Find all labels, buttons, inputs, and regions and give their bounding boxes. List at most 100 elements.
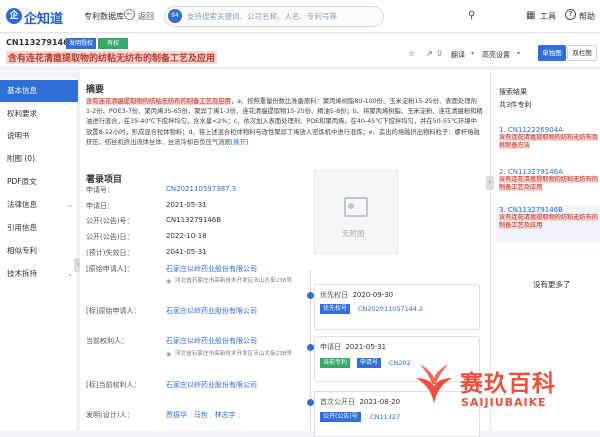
- brand-name[interactable]: 企知道: [24, 8, 63, 27]
- result-title[interactable]: 含有连花清瘟提取物的纺粘无纺布及其制备方法: [496, 134, 600, 150]
- sidebar-item-label: 基本信息: [7, 86, 37, 95]
- location-icon: ◉: [166, 278, 172, 285]
- no-image-label: 无附图: [342, 229, 365, 238]
- results-title: 搜索结果: [499, 88, 527, 96]
- timeline-tag: 申请号: [357, 358, 382, 368]
- current-owner-link[interactable]: 石家庄以岭药业股份有限公司: [166, 336, 257, 346]
- publication-date: 2022-10-18: [166, 232, 207, 240]
- translate-dropdown[interactable]: 翻译: [451, 50, 465, 60]
- timeline-title: 申请日 2021-05-31: [320, 342, 386, 352]
- timeline-label: 首次公开日: [320, 398, 355, 406]
- favorite-icon[interactable]: ☆: [408, 49, 415, 58]
- collapse-results-handle[interactable]: ›: [486, 176, 494, 190]
- result-item-active[interactable]: 3. CN113279146B 含有连花清瘟提取物的纺粘无纺布的制备工艺及应用: [496, 206, 600, 242]
- tools-menu[interactable]: 工具: [540, 11, 556, 22]
- timeline-label: 优先权日: [320, 291, 348, 299]
- result-title-text: 含有连花清瘟提取物的纺粘无纺布的制备工艺及应用: [499, 176, 598, 192]
- sidebar-item-label: 说明书: [7, 131, 30, 140]
- result-item[interactable]: 2. CN113279146A 含有连花清瘟提取物的纺粘无纺布的制备工艺及应用: [496, 168, 600, 204]
- timeline-label: 申请日: [320, 343, 341, 351]
- single-view-button[interactable]: 单独图: [538, 45, 566, 61]
- std-applicant-link[interactable]: 石家庄以岭药业股份有限公司: [166, 306, 257, 316]
- chevron-down-icon: ⌄: [67, 270, 73, 278]
- result-number[interactable]: 1. CN112226904A: [496, 126, 600, 134]
- timeline-title: 首次公开日 2021-08-20: [320, 397, 400, 407]
- help-icon[interactable]: ?: [565, 9, 576, 20]
- std-owner-link[interactable]: 石家庄以岭药业股份有限公司: [166, 380, 257, 390]
- field-label: 申请号：: [86, 186, 114, 194]
- image-icon-sun: [348, 203, 354, 209]
- field-label: 申请日：: [86, 202, 114, 210]
- inventor-list: 贾振华 ; 马哲 ; 林志宇 ;: [166, 411, 241, 419]
- abstract-heading: 摘要: [86, 85, 105, 95]
- application-number-link[interactable]: CN202: [389, 359, 411, 367]
- sidebar-item-label: 技术拆持: [7, 269, 37, 278]
- search-scope-badge[interactable]: 94: [168, 9, 182, 23]
- logo-icon[interactable]: 企: [6, 8, 22, 24]
- sidebar-item-label: 附图 (0): [7, 154, 36, 163]
- priority-number-link[interactable]: CN202011057144.2: [358, 305, 423, 313]
- result-title-text: 含有连花清瘟提取物的纺粘无纺布的制备工艺及应用: [499, 214, 598, 230]
- watermark-text-en: SAIJIUBAIKE: [461, 396, 547, 409]
- field-label: (预计)失效日：: [86, 249, 134, 257]
- timeline-date: 2021-05-31: [345, 343, 387, 351]
- expand-link[interactable]: [展开]: [231, 139, 249, 146]
- sidebar-item-drawings[interactable]: 附图 (0): [0, 148, 78, 170]
- timeline-dot: [307, 344, 314, 351]
- sidebar-item-basic-info[interactable]: 基本信息: [0, 80, 78, 102]
- search-placeholder[interactable]: 支持搜索关键词、公司名称、人名、专利号等: [187, 11, 337, 22]
- owner-address: 河北省石家庄市高新技术开发区天山大街238号: [175, 351, 292, 357]
- inventor-link[interactable]: 马哲: [194, 411, 208, 419]
- abstract-body: ，a、按照重量份数比准备原料：聚丙烯树脂80-100份、玉米淀粉15-25份、表…: [86, 98, 483, 146]
- field-label: 当前权利人：: [86, 337, 128, 345]
- back-button[interactable]: 返回: [138, 11, 154, 22]
- result-item[interactable]: 1. CN112226904A 含有连花清瘟提取物的纺粘无纺布及其制备方法: [496, 126, 600, 162]
- timeline-title: 优先权日 2020-09-30: [320, 290, 393, 300]
- share-icon[interactable]: ↗: [426, 49, 433, 58]
- sidebar-item-claims[interactable]: 权利要求: [0, 103, 78, 125]
- application-date: 2021-05-31: [166, 201, 207, 209]
- result-number[interactable]: 2. CN113279146A: [496, 168, 600, 176]
- sidebar-item-description[interactable]: 说明书: [0, 125, 78, 147]
- chevron-down-icon: ⌄: [67, 201, 73, 209]
- timeline-tag: 优先权号: [320, 304, 351, 314]
- module-name: 专利数据库: [84, 12, 124, 21]
- double-view-button[interactable]: 双栏图: [567, 45, 597, 61]
- publication-number: CN113279146B: [6, 38, 75, 47]
- result-title-text: 含有连花清瘟提取物的纺粘无纺布及其制备方法: [499, 134, 598, 150]
- field-label: [标]当前权利人：: [86, 381, 141, 389]
- field-label: [原始申请人]：: [86, 265, 134, 273]
- result-title[interactable]: 含有连花清瘟提取物的纺粘无纺布的制备工艺及应用: [496, 176, 600, 192]
- watermark-text-cn: 赛玖百科: [460, 371, 556, 397]
- sidebar-item-similar[interactable]: 相似专利: [0, 240, 78, 262]
- publication-number-link[interactable]: CN11327: [370, 413, 400, 421]
- sidebar-item-label: 相似专利: [7, 246, 37, 255]
- inventor-link[interactable]: 贾振华: [166, 411, 187, 419]
- sidebar: 基本信息 权利要求 说明书 附图 (0) PDF原文 法律信息 ⌄ 引用信息 相似…: [0, 78, 78, 431]
- search-icon[interactable]: ⚲: [468, 10, 475, 21]
- sidebar-item-pdf[interactable]: PDF原文: [0, 171, 78, 193]
- timeline-tag: 当前专利: [320, 358, 351, 368]
- timeline-date: 2021-08-20: [359, 398, 401, 406]
- back-icon[interactable]: ←: [124, 9, 135, 20]
- whale-tail-logo: [416, 364, 452, 404]
- timeline-tag: 公开(公告)号: [320, 412, 361, 422]
- result-number[interactable]: 3. CN113279146B: [496, 206, 600, 214]
- help-menu[interactable]: 帮助: [579, 11, 595, 22]
- application-number[interactable]: CN202110597387.3: [166, 185, 236, 193]
- sidebar-item-legal[interactable]: 法律信息 ⌄: [0, 194, 78, 216]
- abstract-text: 含有连花清瘟提取物的纺粘无纺布的制备工艺及应用，a、按照重量份数比准备原料：聚丙…: [86, 97, 483, 148]
- result-title[interactable]: 含有连花清瘟提取物的纺粘无纺布的制备工艺及应用: [496, 214, 600, 230]
- sidebar-item-citations[interactable]: 引用信息: [0, 217, 78, 239]
- inventor-link[interactable]: 林志宇: [215, 411, 236, 419]
- location-icon: ◉: [166, 351, 172, 358]
- sidebar-item-label: PDF原文: [7, 177, 37, 186]
- publication-number-value: CN113279146B: [166, 216, 222, 224]
- grid-icon[interactable]: ▦: [526, 10, 535, 21]
- original-applicant-link[interactable]: 石家庄以岭药业股份有限公司: [166, 264, 257, 274]
- sidebar-item-tech[interactable]: 技术拆持 ⌄: [0, 263, 78, 285]
- chevron-down-icon: ▾: [471, 50, 475, 57]
- export-icon[interactable]: ⇩: [436, 49, 443, 58]
- record-heading: 著录项目: [86, 175, 123, 185]
- highlight-settings-dropdown[interactable]: 高亮设置: [482, 50, 510, 60]
